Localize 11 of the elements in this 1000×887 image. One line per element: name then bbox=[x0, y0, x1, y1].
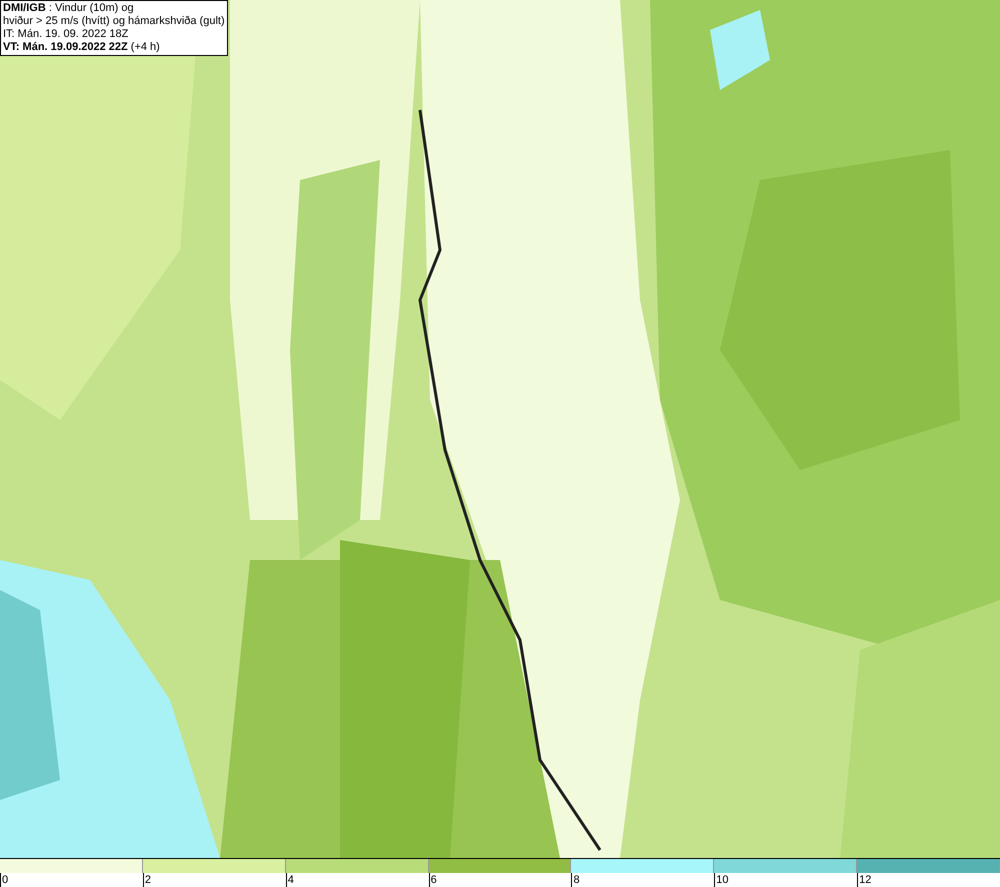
legend-label: 8 bbox=[571, 873, 580, 887]
legend-label: 6 bbox=[428, 873, 437, 887]
title-line: IT: Mán. 19. 09. 2022 18Z bbox=[3, 28, 130, 41]
title-line: VT: Mán. 19.09.2022 22Z (+4 h) bbox=[3, 41, 161, 54]
legend-label: 0 bbox=[0, 873, 8, 887]
title-line: DMI/IGB : Vindur (10m) og bbox=[3, 2, 135, 15]
legend-label: 4 bbox=[286, 873, 294, 887]
title-line: hviður > 25 m/s (hvítt) og hámarkshviða (gult) bbox=[3, 15, 225, 28]
legend-label: 10 bbox=[714, 873, 729, 887]
legend-label: 12 bbox=[857, 873, 872, 887]
legend-label: 2 bbox=[142, 873, 151, 887]
